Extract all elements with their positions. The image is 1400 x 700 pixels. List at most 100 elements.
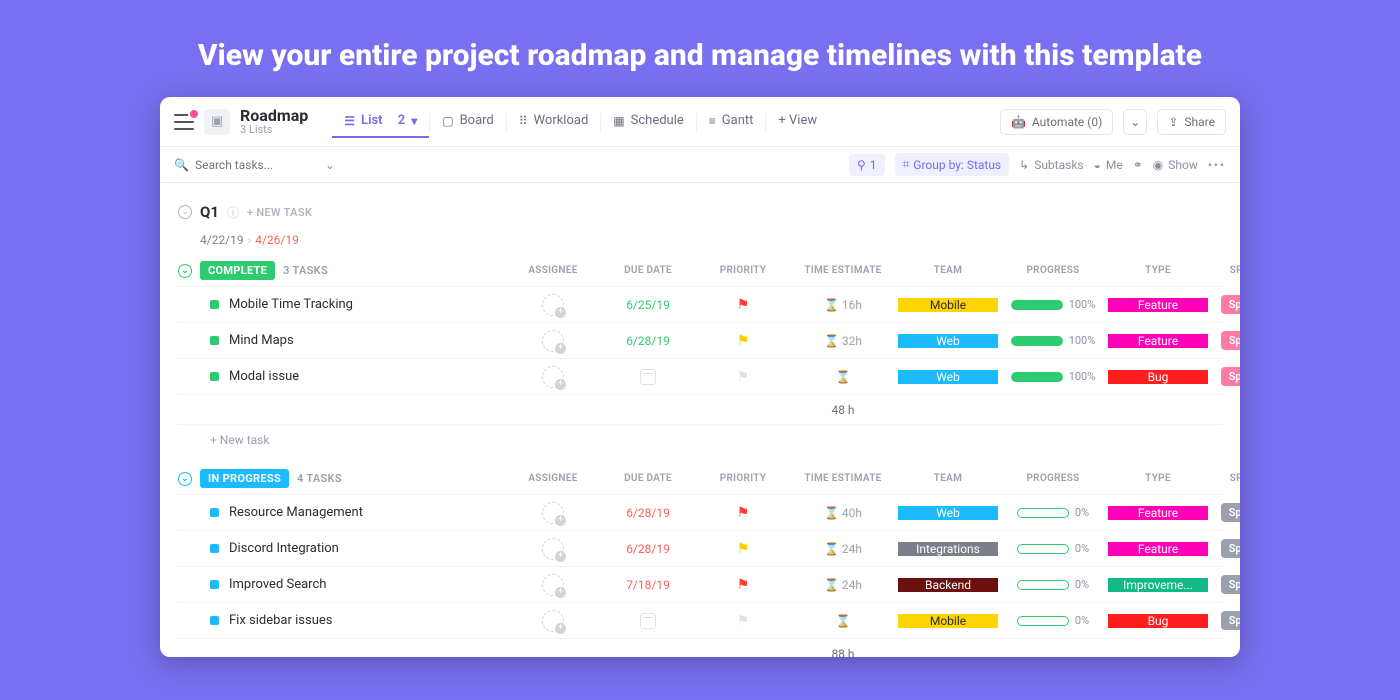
page-subtitle: 3 Lists — [240, 124, 308, 136]
tab-gantt[interactable]: ≡Gantt — [697, 105, 766, 138]
time-estimate: ⌛ 24h — [824, 578, 862, 592]
task-name: Fix sidebar issues — [229, 613, 332, 628]
flag-icon[interactable]: ⚑ — [737, 333, 750, 349]
flag-icon[interactable]: ⚑ — [737, 577, 750, 593]
table-row[interactable]: Mobile Time Tracking 6/25/19 ⚑ ⌛ 16h Mob… — [178, 286, 1222, 322]
status-dot — [210, 616, 219, 625]
team-tag[interactable]: Web — [898, 334, 998, 348]
type-tag[interactable]: Bug — [1108, 370, 1208, 384]
sprint-badge[interactable]: Sprint 1 — [1221, 295, 1240, 314]
assignee-filter[interactable]: ⚭ — [1133, 158, 1143, 172]
sprint-badge[interactable]: Sprint 2 — [1221, 503, 1240, 522]
hourglass-icon[interactable]: ⌛ — [836, 614, 851, 628]
calendar-icon[interactable] — [640, 369, 656, 385]
filter-count[interactable]: ⚲1 — [849, 154, 885, 176]
flag-icon[interactable]: ⚑ — [737, 505, 750, 521]
sprint-badge[interactable]: Sprint 1 — [1221, 331, 1240, 350]
flag-icon[interactable]: ⚑ — [737, 297, 750, 313]
more-options[interactable]: ••• — [1208, 158, 1226, 172]
assignee-add[interactable] — [542, 330, 564, 352]
team-tag[interactable]: Backend — [898, 578, 998, 592]
type-tag[interactable]: Feature — [1108, 542, 1208, 556]
tab-workload[interactable]: ⠿Workload — [507, 105, 601, 138]
col-sprint: SPRINT — [1208, 265, 1240, 276]
q1-header[interactable]: ⌄ Q1 ⓘ + NEW TASK — [178, 193, 1222, 231]
q1-new-task[interactable]: + NEW TASK — [247, 206, 312, 219]
sprint-badge[interactable]: Sprint 2 — [1221, 575, 1240, 594]
task-name: Mind Maps — [229, 333, 294, 348]
type-tag[interactable]: Improveme... — [1108, 578, 1208, 592]
chevron-down-icon[interactable]: ⌄ — [178, 472, 192, 486]
time-estimate: ⌛ 40h — [824, 506, 862, 520]
user-icon: ◒ — [1094, 158, 1101, 172]
team-tag[interactable]: Mobile — [898, 298, 998, 312]
assignee-add[interactable] — [542, 538, 564, 560]
status-dot — [210, 580, 219, 589]
progress: 0% — [1017, 614, 1089, 627]
sprint-badge[interactable]: Sprint 2 — [1221, 539, 1240, 558]
table-row[interactable]: Discord Integration 6/28/19 ⚑ ⌛ 24h Inte… — [178, 530, 1222, 566]
sprint-badge[interactable]: Sprint 1 — [1221, 367, 1240, 386]
filter-bar: 🔍 ⌄ ⚲1 ⌗Group by: Status ↳Subtasks ◒Me ⚭… — [160, 147, 1240, 183]
new-task-button[interactable]: + New task — [178, 424, 1222, 451]
filter-icon: ⚲ — [857, 158, 866, 172]
search-input[interactable]: 🔍 — [174, 158, 315, 172]
task-name: Mobile Time Tracking — [229, 297, 353, 312]
task-count: 4 TASKS — [297, 472, 342, 485]
team-tag[interactable]: Web — [898, 506, 998, 520]
table-row[interactable]: Improved Search 7/18/19 ⚑ ⌛ 24h Backend … — [178, 566, 1222, 602]
team-tag[interactable]: Integrations — [898, 542, 998, 556]
team-tag[interactable]: Mobile — [898, 614, 998, 628]
me-filter[interactable]: ◒Me — [1094, 158, 1123, 172]
folder-icon[interactable]: ▣ — [204, 109, 230, 135]
task-name: Discord Integration — [229, 541, 339, 556]
status-dot — [210, 508, 219, 517]
due-date: 6/28/19 — [626, 506, 670, 520]
tab-schedule[interactable]: ▦Schedule — [601, 105, 695, 138]
flag-icon[interactable]: ⚑ — [737, 613, 750, 629]
assignee-add[interactable] — [542, 610, 564, 632]
hourglass-icon[interactable]: ⌛ — [836, 370, 851, 384]
tab-board[interactable]: ▢Board — [430, 105, 506, 138]
table-row[interactable]: Fix sidebar issues ⚑ ⌛ Mobile 0% Bug Spr… — [178, 602, 1222, 638]
menu-icon[interactable] — [174, 114, 194, 130]
search-expand[interactable]: ⌄ — [325, 158, 335, 172]
users-icon: ⚭ — [1133, 158, 1143, 172]
subtasks-toggle[interactable]: ↳Subtasks — [1019, 158, 1083, 172]
tab-list[interactable]: ☰List 2▾ — [332, 105, 429, 138]
calendar-icon[interactable] — [640, 613, 656, 629]
flag-icon[interactable]: ⚑ — [737, 541, 750, 557]
assignee-add[interactable] — [542, 502, 564, 524]
table-row[interactable]: Resource Management 6/28/19 ⚑ ⌛ 40h Web … — [178, 494, 1222, 530]
subtask-icon: ↳ — [1019, 158, 1029, 172]
team-tag[interactable]: Web — [898, 370, 998, 384]
table-row[interactable]: Modal issue ⚑ ⌛ Web 100% Bug Sprint 1 — [178, 358, 1222, 394]
table-row[interactable]: Mind Maps 6/28/19 ⚑ ⌛ 32h Web 100% Featu… — [178, 322, 1222, 358]
group-by[interactable]: ⌗Group by: Status — [895, 153, 1010, 176]
type-tag[interactable]: Feature — [1108, 298, 1208, 312]
progress: 0% — [1017, 542, 1089, 555]
assignee-add[interactable] — [542, 366, 564, 388]
type-tag[interactable]: Bug — [1108, 614, 1208, 628]
sprint-badge[interactable]: Sprint 2 — [1221, 611, 1240, 630]
progress: 100% — [1011, 298, 1096, 311]
status-badge[interactable]: COMPLETE — [200, 261, 275, 280]
assignee-add[interactable] — [542, 294, 564, 316]
type-tag[interactable]: Feature — [1108, 334, 1208, 348]
progress: 0% — [1017, 506, 1089, 519]
status-badge[interactable]: IN PROGRESS — [200, 469, 289, 488]
show-toggle[interactable]: ◉Show — [1153, 158, 1198, 172]
page-title: Roadmap — [240, 107, 308, 125]
type-tag[interactable]: Feature — [1108, 506, 1208, 520]
chevron-down-icon[interactable]: ⌄ — [178, 264, 192, 278]
tab-add-view[interactable]: + View — [766, 105, 829, 138]
automate-dropdown[interactable]: ⌄ — [1123, 109, 1147, 135]
col-progress: PROGRESS — [998, 265, 1108, 276]
info-icon: ⓘ — [227, 204, 239, 221]
status-dot — [210, 336, 219, 345]
flag-icon[interactable]: ⚑ — [737, 369, 750, 385]
share-button[interactable]: ⇪Share — [1157, 109, 1226, 135]
task-name: Modal issue — [229, 369, 299, 384]
assignee-add[interactable] — [542, 574, 564, 596]
automate-button[interactable]: 🤖Automate (0) — [1000, 109, 1113, 135]
